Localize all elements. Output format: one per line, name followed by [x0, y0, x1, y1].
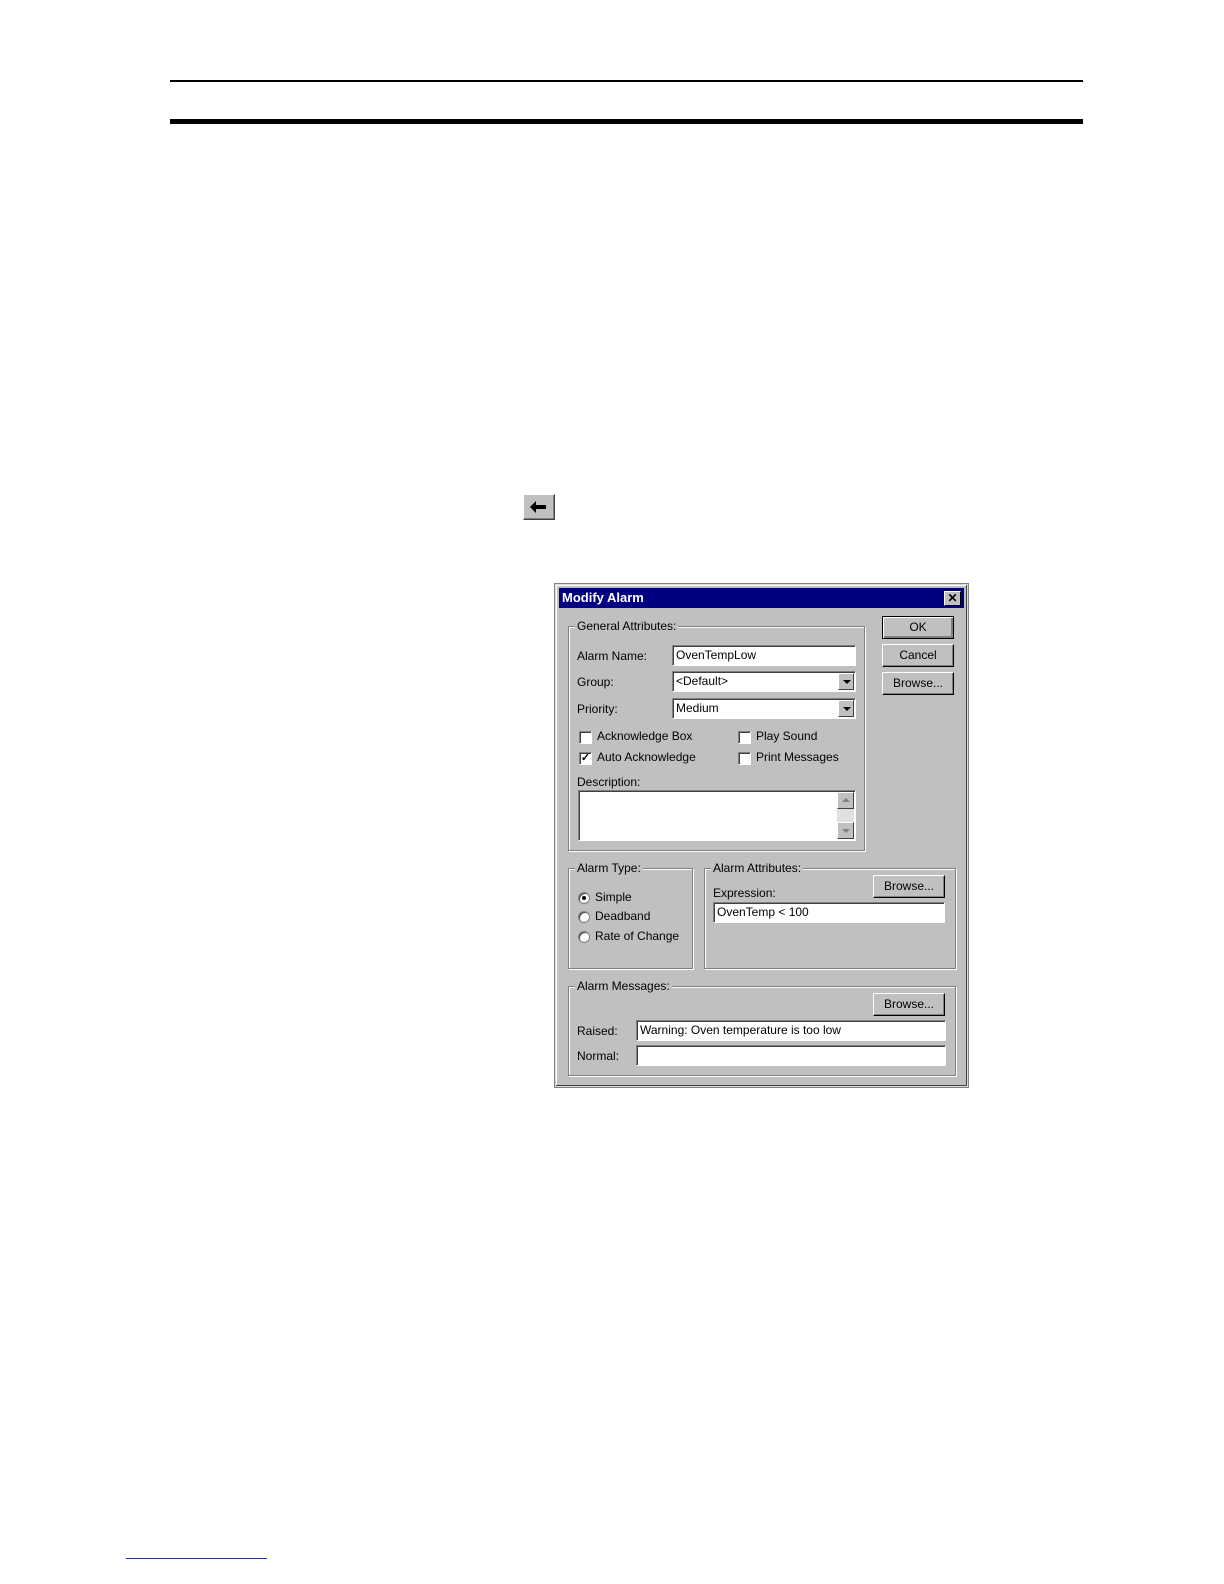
chevron-down-icon[interactable]: [838, 700, 854, 717]
alarm-type-deadband-label: Deadband: [595, 909, 651, 923]
priority-select[interactable]: Medium: [672, 698, 856, 719]
alarm-messages-group: Alarm Messages: Browse... Raised: Warnin…: [568, 979, 956, 1076]
group-select-value: <Default>: [676, 674, 729, 688]
acknowledge-box-label: Acknowledge Box: [597, 729, 693, 743]
alarm-name-input[interactable]: OvenTempLow: [672, 645, 856, 666]
expression-label: Expression:: [713, 886, 776, 900]
close-button[interactable]: ✕: [944, 591, 961, 606]
alarm-type-group: Alarm Type: Simple Deadband Rate of Chan…: [568, 861, 693, 969]
play-sound-checkbox[interactable]: [738, 731, 751, 744]
alarm-type-rate-of-change-label: Rate of Change: [595, 929, 680, 943]
raised-message-input[interactable]: Warning: Oven temperature is too low: [636, 1020, 946, 1041]
acknowledge-box-checkbox[interactable]: [579, 731, 592, 744]
browse-button[interactable]: Browse...: [882, 672, 954, 695]
chevron-down-icon[interactable]: [838, 673, 854, 690]
dialog-title: Modify Alarm: [562, 590, 644, 605]
modify-alarm-dialog: Modify Alarm ✕ OK Cancel Browse... Gener…: [555, 584, 968, 1087]
raised-label: Raised:: [577, 1024, 618, 1038]
general-attributes-label: General Attributes:: [575, 619, 679, 633]
alarm-type-deadband-radio[interactable]: [578, 911, 590, 923]
alarm-type-rate-of-change-radio[interactable]: [578, 931, 590, 943]
alarm-type-label: Alarm Type:: [575, 861, 643, 875]
group-select[interactable]: <Default>: [672, 671, 856, 692]
left-arrow-icon: [530, 501, 546, 513]
expression-input[interactable]: OvenTemp < 100: [713, 902, 945, 923]
dialog-titlebar[interactable]: Modify Alarm ✕: [559, 588, 964, 608]
cancel-button[interactable]: Cancel: [882, 644, 954, 667]
normal-label: Normal:: [577, 1049, 620, 1063]
auto-acknowledge-checkbox[interactable]: ✓: [579, 752, 592, 765]
auto-acknowledge-label: Auto Acknowledge: [597, 750, 696, 764]
priority-select-value: Medium: [676, 701, 719, 715]
print-messages-label: Print Messages: [756, 750, 839, 764]
close-icon: ✕: [947, 591, 958, 605]
general-attributes-group: General Attributes: Alarm Name: OvenTemp…: [568, 619, 865, 851]
ok-button[interactable]: OK: [882, 616, 954, 639]
alarm-attributes-group: Alarm Attributes: Browse... Expression: …: [704, 861, 956, 969]
header-rule-thick: [170, 119, 1083, 124]
footer-link-underline: [126, 1558, 267, 1559]
header-rule-thin: [170, 80, 1083, 82]
scroll-up-icon[interactable]: [837, 792, 854, 809]
checkmark-icon: ✓: [580, 752, 591, 764]
priority-label: Priority:: [577, 702, 618, 716]
play-sound-label: Play Sound: [756, 729, 818, 743]
print-messages-checkbox[interactable]: [738, 752, 751, 765]
normal-message-input[interactable]: [636, 1045, 946, 1066]
description-scrollbar[interactable]: [837, 792, 854, 839]
alarm-messages-label: Alarm Messages:: [575, 979, 672, 993]
alarm-name-label: Alarm Name:: [577, 649, 648, 663]
messages-browse-button[interactable]: Browse...: [873, 993, 945, 1016]
toolbar-back-button[interactable]: [523, 494, 555, 520]
alarm-type-simple-label: Simple: [595, 890, 632, 904]
description-textarea[interactable]: [578, 790, 856, 841]
expression-browse-button[interactable]: Browse...: [873, 875, 945, 898]
scroll-down-icon[interactable]: [837, 822, 854, 839]
alarm-type-simple-radio[interactable]: [578, 892, 590, 904]
group-label: Group:: [577, 675, 614, 689]
alarm-attributes-label: Alarm Attributes:: [711, 861, 804, 875]
description-label: Description:: [577, 775, 641, 789]
